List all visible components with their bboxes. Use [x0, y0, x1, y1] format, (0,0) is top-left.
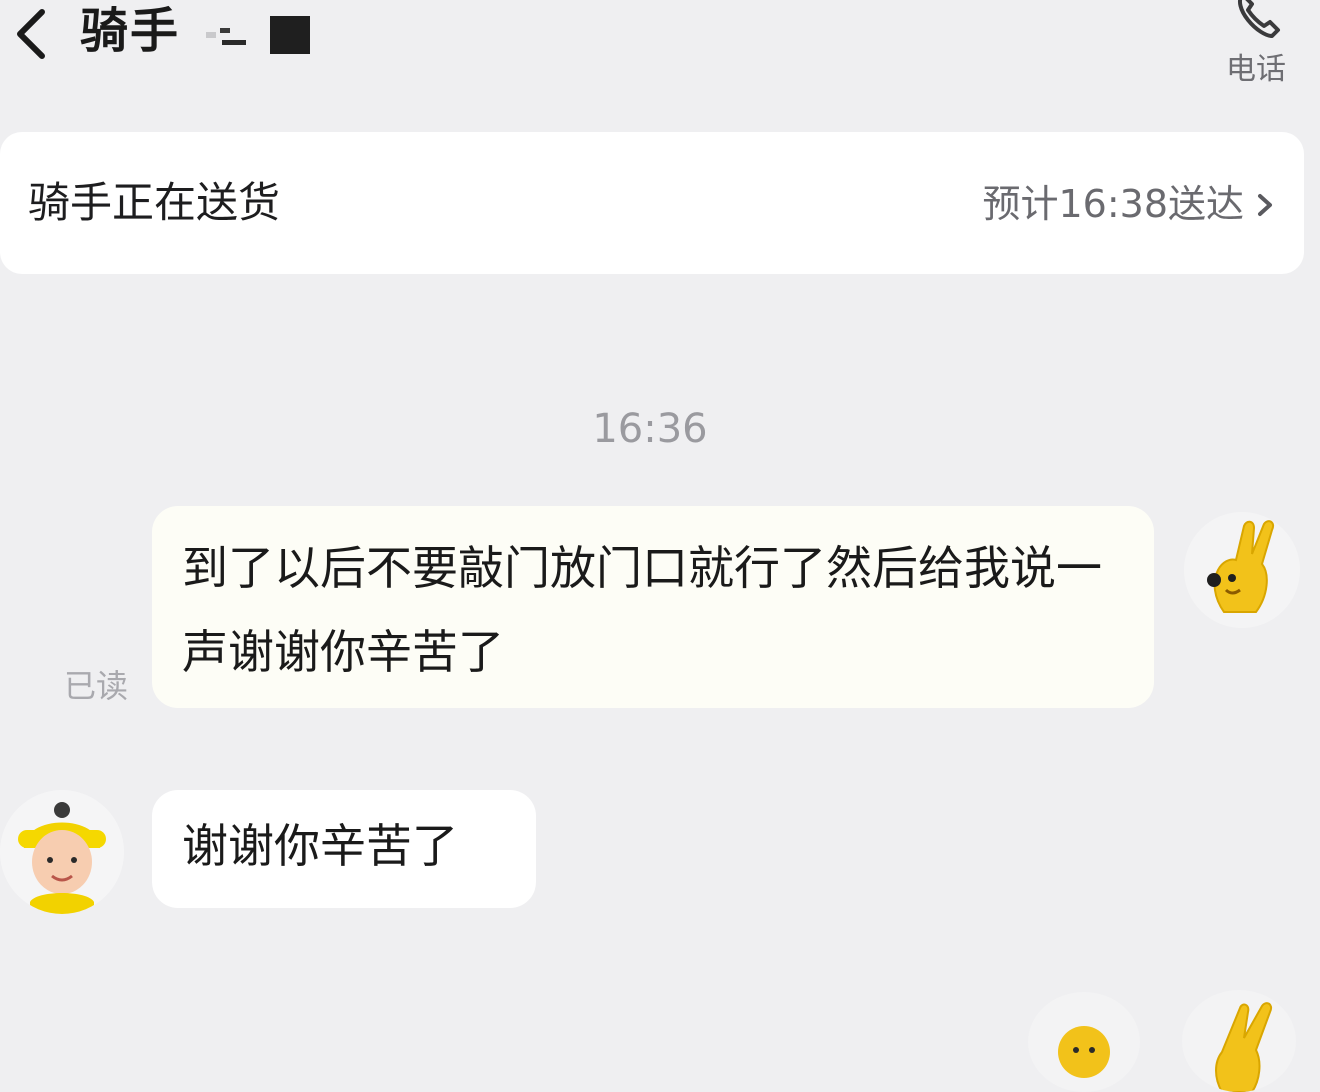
- sticker-item[interactable]: [1182, 990, 1296, 1092]
- delivery-status-text: 骑手正在送货: [28, 178, 281, 227]
- yellow-face-sticker-icon: [1058, 1026, 1110, 1078]
- chat-header: 骑手 电话: [0, 0, 1320, 100]
- phone-icon: [1238, 0, 1280, 38]
- redacted-name: [200, 12, 320, 56]
- incoming-message-bubble[interactable]: 谢谢你辛苦了: [152, 790, 536, 908]
- call-label: 电话: [1226, 52, 1286, 87]
- page-title: 骑手: [80, 3, 181, 59]
- user-avatar[interactable]: [1184, 512, 1300, 628]
- bottom-sticker-row: [900, 990, 1320, 1092]
- sticker-item[interactable]: [1028, 992, 1140, 1092]
- incoming-message-text: 谢谢你辛苦了: [182, 819, 458, 873]
- chevron-right-icon: [1258, 194, 1272, 216]
- call-button[interactable]: 电话: [1220, 0, 1304, 90]
- rider-avatar[interactable]: [0, 790, 124, 914]
- delivery-status-card[interactable]: 骑手正在送货 预计16:38送达: [0, 132, 1304, 274]
- outgoing-message-text: 到了以后不要敲门放门口就行了然后给我说一声谢谢你辛苦了: [182, 541, 1102, 679]
- read-receipt: 已读: [64, 667, 129, 705]
- outgoing-message-bubble[interactable]: 到了以后不要敲门放门口就行了然后给我说一声谢谢你辛苦了: [152, 506, 1154, 708]
- back-button[interactable]: [6, 4, 58, 60]
- message-timestamp: 16:36: [592, 406, 708, 452]
- chevron-left-icon: [17, 9, 45, 59]
- rider-avatar-icon: [0, 790, 124, 914]
- eta-text: 预计16:38送达: [982, 182, 1244, 226]
- yellow-hand-sticker-icon: [1184, 512, 1300, 628]
- yellow-hand-sticker-icon: [1215, 1002, 1272, 1092]
